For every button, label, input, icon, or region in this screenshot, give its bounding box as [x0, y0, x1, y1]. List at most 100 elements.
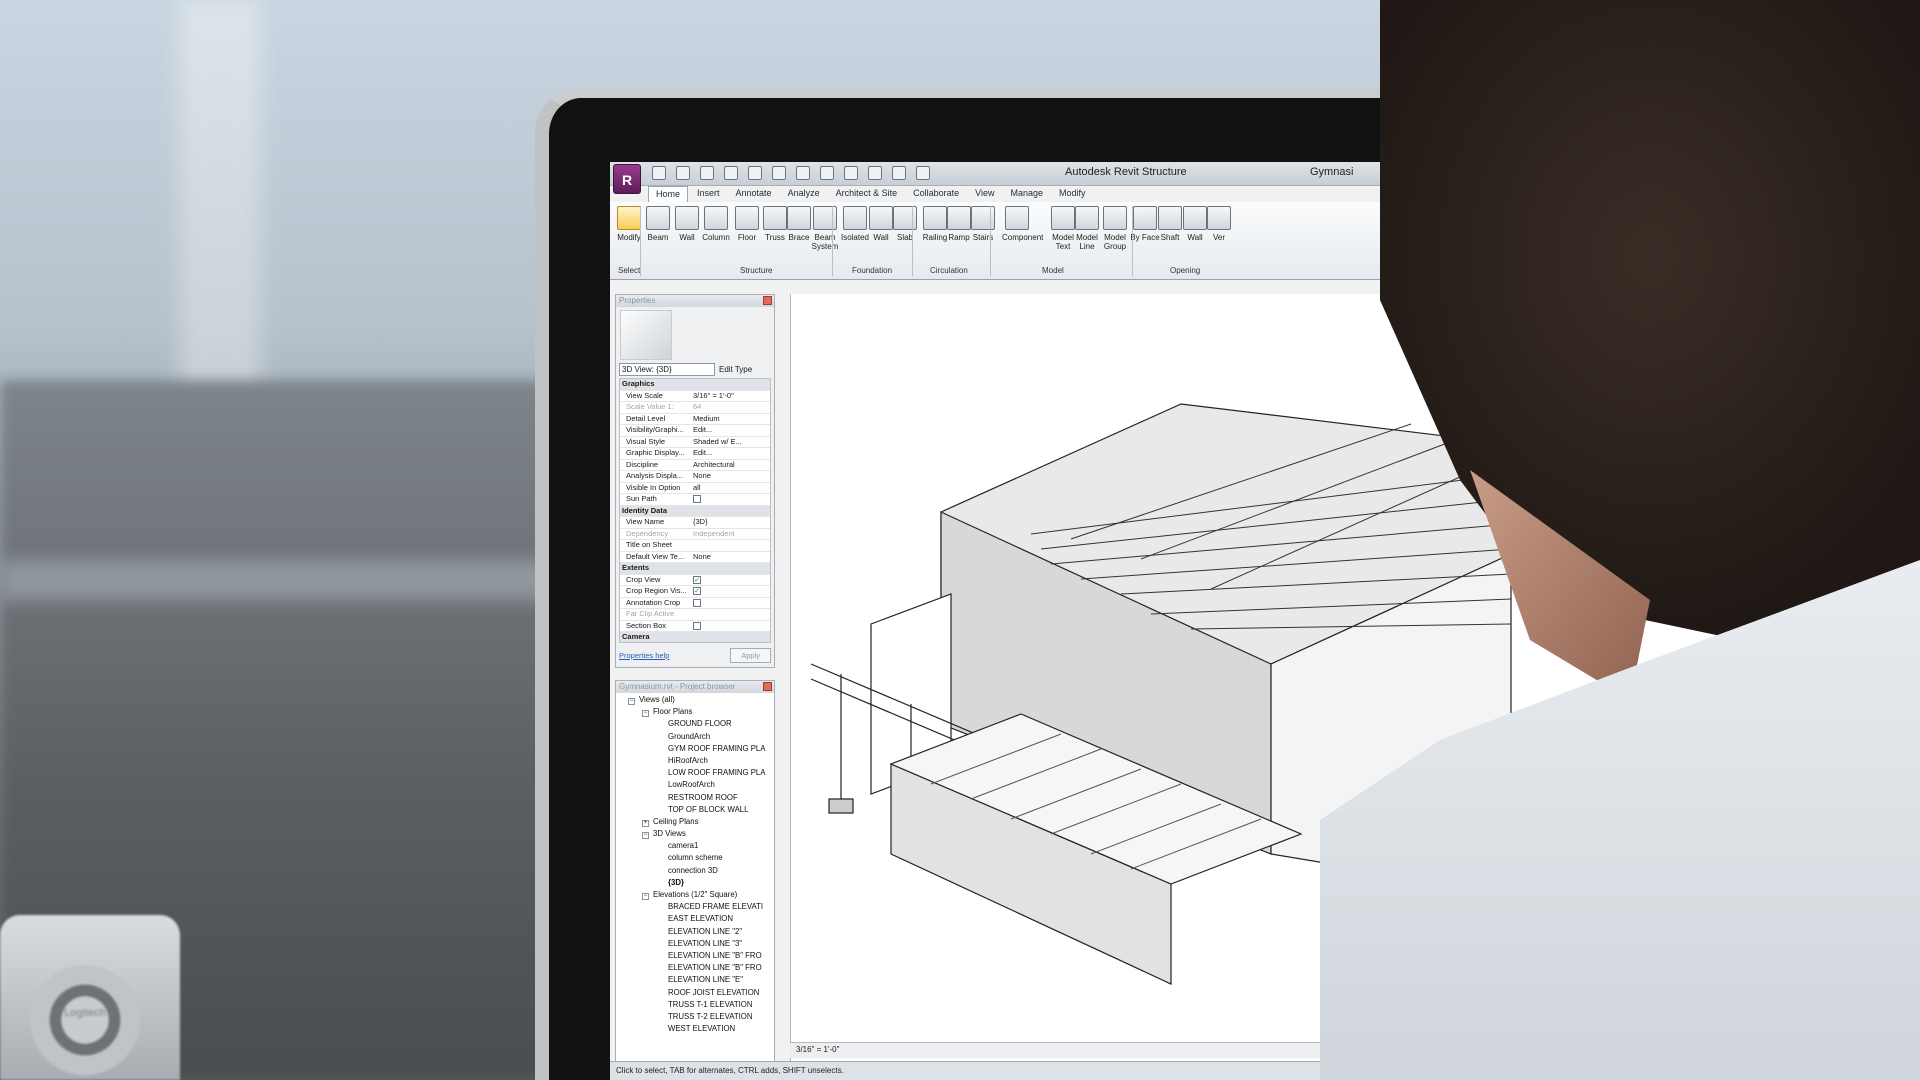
collapse-icon[interactable]: −: [642, 710, 649, 718]
property-checkbox[interactable]: [693, 495, 701, 504]
browser-tree-item[interactable]: LowRoofArch: [620, 780, 774, 792]
browser-tree-item[interactable]: connection 3D: [620, 866, 774, 878]
tab-manage[interactable]: Manage: [1004, 186, 1051, 202]
property-value[interactable]: [690, 598, 770, 609]
property-value[interactable]: all: [690, 483, 770, 494]
thin-lines-icon[interactable]: [892, 166, 906, 180]
property-value[interactable]: ✓: [690, 575, 770, 586]
ribbon-button-model-group[interactable]: Model Group: [1100, 206, 1130, 251]
property-checkbox[interactable]: [693, 598, 701, 607]
property-value[interactable]: [690, 494, 770, 505]
property-checkbox[interactable]: ✓: [693, 587, 701, 596]
property-value[interactable]: [690, 540, 770, 551]
property-value[interactable]: ✓: [690, 586, 770, 597]
ribbon-button-column[interactable]: Column: [701, 206, 731, 242]
property-value[interactable]: None: [690, 552, 770, 563]
ribbon-button-floor[interactable]: Floor: [732, 206, 762, 242]
browser-tree-item[interactable]: GROUND FLOOR: [620, 719, 774, 731]
property-value[interactable]: {3D}: [690, 517, 770, 528]
measure-icon[interactable]: [796, 166, 810, 180]
browser-tree-item[interactable]: TOP OF BLOCK WALL: [620, 805, 774, 817]
sync-icon[interactable]: [700, 166, 714, 180]
browser-tree-item[interactable]: GYM ROOF FRAMING PLA: [620, 744, 774, 756]
browser-tree-item[interactable]: RESTROOM ROOF: [620, 793, 774, 805]
tab-modify[interactable]: Modify: [1052, 186, 1093, 202]
ribbon-button-model-line[interactable]: Model Line: [1072, 206, 1102, 251]
browser-tree-item[interactable]: LOW ROOF FRAMING PLA: [620, 768, 774, 780]
ribbon-button-beam-system[interactable]: Beam System: [810, 206, 840, 251]
collapse-icon[interactable]: −: [642, 832, 649, 840]
ribbon-button-beam[interactable]: Beam: [643, 206, 673, 242]
edit-type-button[interactable]: Edit Type: [719, 365, 752, 374]
tab-analyze[interactable]: Analyze: [781, 186, 827, 202]
section-icon[interactable]: [868, 166, 882, 180]
property-value[interactable]: 64: [690, 402, 770, 413]
tab-collaborate[interactable]: Collaborate: [906, 186, 966, 202]
properties-help-link[interactable]: Properties help: [619, 651, 669, 660]
browser-tree-item[interactable]: WEST ELEVATION: [620, 1024, 774, 1036]
apply-button[interactable]: Apply: [730, 648, 771, 663]
property-value[interactable]: Medium: [690, 414, 770, 425]
property-checkbox[interactable]: ✓: [693, 575, 701, 584]
redo-icon[interactable]: [748, 166, 762, 180]
browser-tree-item[interactable]: TRUSS T-2 ELEVATION: [620, 1012, 774, 1024]
undo-icon[interactable]: [724, 166, 738, 180]
collapse-icon[interactable]: −: [628, 698, 635, 705]
save-icon[interactable]: [676, 166, 690, 180]
browser-tree-item[interactable]: − Views (all): [620, 695, 774, 707]
property-section[interactable]: Camera: [620, 632, 770, 642]
property-section[interactable]: Identity Data: [620, 505, 770, 517]
ribbon-button-slab[interactable]: Slab: [890, 206, 920, 242]
browser-tree-item[interactable]: ELEVATION LINE "3": [620, 939, 774, 951]
browser-tree-item[interactable]: − Elevations (1/2" Square): [620, 890, 774, 902]
property-checkbox[interactable]: [693, 621, 701, 630]
tab-insert[interactable]: Insert: [690, 186, 727, 202]
browser-tree-item[interactable]: − Floor Plans: [620, 707, 774, 719]
browser-tree-item[interactable]: −3D Views: [620, 829, 774, 841]
browser-tree-item[interactable]: BRACED FRAME ELEVATI: [620, 902, 774, 914]
browser-tree-item[interactable]: ELEVATION LINE "E": [620, 975, 774, 987]
browser-tree-item[interactable]: ELEVATION LINE "B" FRO: [620, 963, 774, 975]
view-scale[interactable]: 3/16" = 1'-0": [796, 1045, 839, 1054]
property-value[interactable]: [690, 609, 770, 620]
close-views-icon[interactable]: [916, 166, 930, 180]
close-icon[interactable]: [763, 682, 772, 691]
property-value[interactable]: [690, 621, 770, 632]
browser-tree-item[interactable]: {3D}: [620, 878, 774, 890]
open-icon[interactable]: [652, 166, 666, 180]
property-value[interactable]: Edit...: [690, 425, 770, 436]
tab-view[interactable]: View: [968, 186, 1001, 202]
browser-tree-item[interactable]: ELEVATION LINE "2": [620, 927, 774, 939]
expand-icon[interactable]: +: [642, 819, 649, 827]
browser-tree-item[interactable]: camera1: [620, 841, 774, 853]
browser-tree-item[interactable]: EAST ELEVATION: [620, 914, 774, 926]
browser-tree-item[interactable]: + Ceiling Plans: [620, 817, 774, 829]
browser-tree-item[interactable]: HiRoofArch: [620, 756, 774, 768]
property-section[interactable]: Graphics: [620, 379, 770, 391]
ribbon-button-wall[interactable]: Wall: [672, 206, 702, 242]
print-icon[interactable]: [772, 166, 786, 180]
browser-tree-item[interactable]: GroundArch: [620, 732, 774, 744]
property-section[interactable]: Extents: [620, 563, 770, 575]
property-value[interactable]: 3/16" = 1'-0": [690, 391, 770, 402]
tab-home[interactable]: Home: [648, 186, 689, 202]
ribbon-button-ver[interactable]: Ver: [1204, 206, 1234, 242]
browser-tree-item[interactable]: ELEVATION LINE "B" FRO: [620, 951, 774, 963]
tab-annotate[interactable]: Annotate: [729, 186, 779, 202]
text-icon[interactable]: [820, 166, 834, 180]
type-selector-dropdown[interactable]: 3D View: {3D}: [619, 363, 715, 376]
close-icon[interactable]: [763, 296, 772, 305]
tab-architect-site[interactable]: Architect & Site: [829, 186, 905, 202]
browser-tree-item[interactable]: TRUSS T-1 ELEVATION: [620, 1000, 774, 1012]
property-value[interactable]: Edit...: [690, 448, 770, 459]
property-value[interactable]: Independent: [690, 529, 770, 540]
collapse-icon[interactable]: −: [642, 893, 649, 900]
3d-view-icon[interactable]: [844, 166, 858, 180]
browser-tree-item[interactable]: ROOF JOIST ELEVATION: [620, 988, 774, 1000]
property-value[interactable]: None: [690, 471, 770, 482]
browser-tree-item[interactable]: column scheme: [620, 853, 774, 865]
ribbon-button-stairs[interactable]: Stairs: [968, 206, 998, 242]
application-menu-button[interactable]: R: [613, 164, 641, 194]
property-value[interactable]: Architectural: [690, 460, 770, 471]
ribbon-button-component[interactable]: Component: [1002, 206, 1043, 242]
